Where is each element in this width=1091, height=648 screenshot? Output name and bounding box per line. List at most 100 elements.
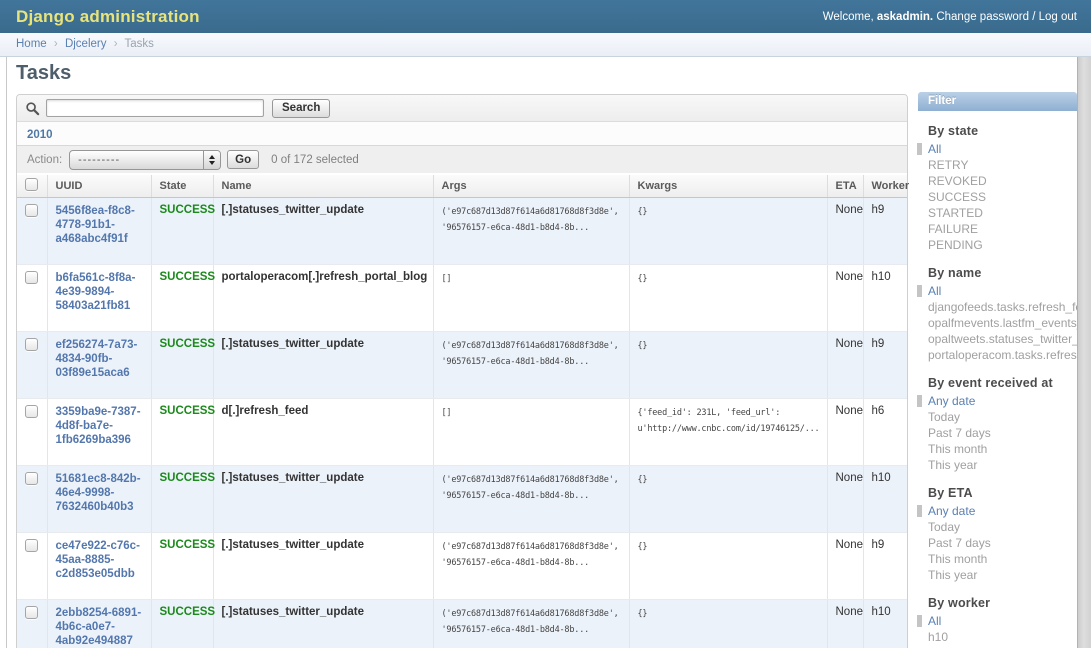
filter-link[interactable]: h10 [928, 630, 948, 644]
search-input[interactable] [46, 99, 264, 117]
column-header-name[interactable]: Name [213, 175, 433, 198]
column-header-worker[interactable]: Worker [863, 175, 907, 198]
filter-link[interactable]: Today [928, 520, 960, 534]
task-uuid-link[interactable]: ef256274-7a73-4834-90fb-03f89e15aca6 [56, 338, 143, 380]
filter-link[interactable]: This month [928, 552, 987, 566]
filter-link[interactable]: Past 7 days [928, 426, 991, 440]
task-uuid-link[interactable]: 51681ec8-842b-46e4-9998-7632460b40b3 [56, 472, 143, 514]
row-checkbox[interactable] [25, 204, 38, 217]
filter-item[interactable]: opalfmevents.lastfm_events_up [928, 315, 1077, 331]
logout-link[interactable]: Log out [1039, 11, 1077, 23]
cell-name: portaloperacom[.]refresh_portal_blog [213, 265, 433, 332]
filter-item[interactable]: opaltweets.statuses_twitter_up [928, 331, 1077, 347]
filter-item[interactable]: This year [928, 457, 1077, 473]
column-header-eta[interactable]: ETA [827, 175, 863, 198]
filter-link[interactable]: All [928, 142, 941, 156]
filter-item[interactable]: SUCCESS [928, 189, 1077, 205]
breadcrumb-home[interactable]: Home [16, 38, 47, 50]
filter-item[interactable]: This year [928, 567, 1077, 583]
site-title[interactable]: Django administration [0, 7, 200, 27]
filter-item[interactable]: FAILURE [928, 221, 1077, 237]
filter-link[interactable]: djangofeeds.tasks.refresh_feed [928, 300, 1091, 314]
filter-section: By event received at Any dateTodayPast 7… [918, 363, 1077, 473]
filter-link[interactable]: STARTED [928, 206, 983, 220]
filter-link[interactable]: Today [928, 410, 960, 424]
filter-section: By state AllRETRYREVOKEDSUCCESSSTARTEDFA… [918, 111, 1077, 253]
row-checkbox[interactable] [25, 539, 38, 552]
row-checkbox[interactable] [25, 338, 38, 351]
filter-item[interactable]: Past 7 days [928, 425, 1077, 441]
cell-eta: None [827, 399, 863, 466]
filter-item-list: Any date Today Past 7 days This month This y… [928, 503, 1077, 583]
cell-args: ('e97c687d13d87f614a6d81768d8f3d8e', '96… [433, 466, 629, 533]
task-uuid-link[interactable]: b6fa561c-8f8a-4e39-9894-58403a21fb81 [56, 271, 143, 313]
cell-eta: None [827, 600, 863, 648]
window-scrollbar[interactable] [1077, 57, 1091, 648]
filter-item[interactable]: STARTED [928, 205, 1077, 221]
column-header-uuid[interactable]: UUID [47, 175, 151, 198]
filter-item[interactable]: Any date [928, 393, 1077, 409]
row-checkbox[interactable] [25, 606, 38, 619]
filter-link[interactable]: Past 7 days [928, 536, 991, 550]
task-uuid-link[interactable]: ce47e922-c76c-45aa-8885-c2d853e05dbb [56, 539, 143, 581]
filter-item[interactable]: portaloperacom.tasks.refresh_ [928, 347, 1077, 363]
task-uuid-link[interactable]: 2ebb8254-6891-4b6c-a0e7-4ab92e494887 [56, 606, 143, 648]
filter-link[interactable]: Any date [928, 394, 975, 408]
filter-link[interactable]: RETRY [928, 158, 968, 172]
cell-worker: h9 [863, 332, 907, 399]
cell-checkbox [17, 265, 47, 332]
user-tools: Welcome, askadmin. Change password / Log… [823, 11, 1091, 23]
filter-link[interactable]: FAILURE [928, 222, 978, 236]
filter-item[interactable]: Today [928, 409, 1077, 425]
row-checkbox[interactable] [25, 271, 38, 284]
args-code: [] [442, 405, 621, 421]
args-code: [] [442, 271, 621, 287]
go-button[interactable]: Go [227, 150, 259, 169]
filter-item[interactable]: PENDING [928, 237, 1077, 253]
task-uuid-link[interactable]: 3359ba9e-7387-4d8f-ba7e-1fb6269ba396 [56, 405, 143, 447]
row-checkbox[interactable] [25, 472, 38, 485]
kwargs-code: {} [638, 606, 819, 622]
filter-section-heading: By ETA [928, 486, 1077, 500]
filter-link[interactable]: Any date [928, 504, 975, 518]
tasks-table: UUID State Name Args Kwargs ETA Worker 5… [17, 175, 907, 648]
select-all-checkbox[interactable] [25, 178, 38, 191]
filter-link[interactable]: All [928, 284, 941, 298]
filter-item[interactable]: This month [928, 441, 1077, 457]
filter-link[interactable]: All [928, 614, 941, 628]
state-badge: SUCCESS [160, 539, 216, 551]
breadcrumb-app[interactable]: Djcelery [65, 38, 107, 50]
date-hierarchy-year-link[interactable]: 2010 [27, 129, 53, 141]
filter-link[interactable]: This year [928, 568, 977, 582]
change-password-link[interactable]: Change password [936, 11, 1029, 23]
args-code: ('e97c687d13d87f614a6d81768d8f3d8e', '96… [442, 606, 621, 638]
filter-item[interactable]: REVOKED [928, 173, 1077, 189]
filter-item[interactable]: Any date [928, 503, 1077, 519]
filter-item[interactable]: This month [928, 551, 1077, 567]
search-button[interactable]: Search [272, 99, 330, 118]
filter-panel: Filter By state AllRETRYREVOKEDSUCCESSST… [918, 92, 1077, 648]
filter-link[interactable]: opaltweets.statuses_twitter_up [928, 332, 1091, 346]
filter-link[interactable]: This month [928, 442, 987, 456]
column-header-args[interactable]: Args [433, 175, 629, 198]
row-checkbox[interactable] [25, 405, 38, 418]
filter-item[interactable]: Today [928, 519, 1077, 535]
filter-link[interactable]: This year [928, 458, 977, 472]
filter-item[interactable]: h10 [928, 629, 1077, 645]
action-select[interactable]: --------- [69, 150, 221, 170]
filter-item[interactable]: All [928, 283, 1077, 299]
column-header-state[interactable]: State [151, 175, 213, 198]
filter-item[interactable]: All [928, 141, 1077, 157]
column-header-kwargs[interactable]: Kwargs [629, 175, 827, 198]
filter-item[interactable]: RETRY [928, 157, 1077, 173]
filter-link[interactable]: SUCCESS [928, 190, 986, 204]
filter-link[interactable]: PENDING [928, 238, 983, 252]
filter-item[interactable]: All [928, 613, 1077, 629]
filter-link[interactable]: REVOKED [928, 174, 987, 188]
filter-item[interactable]: djangofeeds.tasks.refresh_feed [928, 299, 1077, 315]
filter-item[interactable]: Past 7 days [928, 535, 1077, 551]
task-uuid-link[interactable]: 5456f8ea-f8c8-4778-91b1-a468abc4f91f [56, 204, 143, 246]
filter-link[interactable]: portaloperacom.tasks.refresh_ [928, 348, 1090, 362]
filter-link[interactable]: opalfmevents.lastfm_events_up [928, 316, 1091, 330]
breadcrumb-separator: › [114, 38, 118, 50]
